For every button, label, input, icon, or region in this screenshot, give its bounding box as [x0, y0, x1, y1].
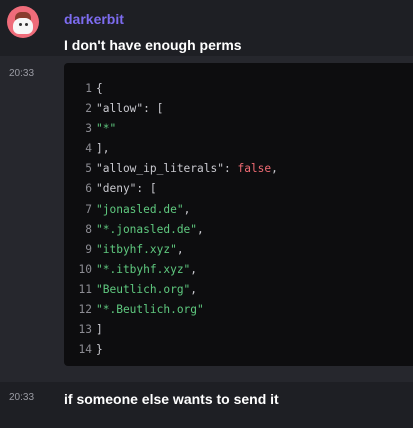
code-token: ]: [96, 323, 103, 337]
code-text: "deny": [: [96, 182, 157, 195]
line-number: 2: [85, 102, 92, 116]
code-line: 9 "itbyhf.xyz",: [64, 240, 278, 260]
code-line: 1{: [64, 79, 278, 99]
line-number: 13: [78, 323, 92, 337]
code-line: 5 "allow_ip_literals": false,: [64, 159, 278, 179]
line-number: 14: [78, 343, 92, 357]
code-text: "allow_ip_literals": false,: [96, 162, 278, 175]
code-text: ]: [96, 323, 103, 336]
code-token: ],: [96, 142, 110, 156]
code-token: ,: [183, 202, 191, 216]
code-token: ,: [190, 282, 198, 296]
message-text: if someone else wants to send it: [64, 391, 279, 407]
code-token: "allow": [: [96, 102, 164, 116]
code-token: "Beutlich.org": [96, 282, 191, 296]
message-darkerbit: darkerbit I don't have enough perms: [0, 0, 413, 56]
code-token: "*": [96, 122, 117, 136]
code-line: 13]: [64, 320, 278, 340]
line-number: 9: [85, 242, 92, 256]
code-line: 8 "*.jonasled.de",: [64, 220, 278, 240]
line-number: 7: [85, 202, 92, 216]
line-number: 10: [78, 262, 92, 276]
line-number: 3: [85, 122, 92, 136]
code-token: "itbyhf.xyz": [96, 242, 177, 256]
code-text: "allow": [: [96, 102, 163, 115]
code-token: ,: [197, 222, 204, 236]
code-line: 7 "jonasled.de",: [64, 200, 278, 220]
code-token: "allow_ip_literals":: [96, 162, 238, 176]
code-lines: 1{2 "allow": [3 "*" 4], 5 "allow_ip_literals"…: [64, 79, 278, 360]
code-line: 11 "Beutlich.org",: [64, 280, 278, 300]
message-timestamp: 20:33: [9, 392, 35, 403]
code-line: 3 "*": [64, 119, 278, 139]
line-number: 8: [85, 222, 92, 236]
code-token: ,: [176, 242, 184, 256]
message-text: I don't have enough perms: [64, 37, 242, 53]
code-token: "*.Beutlich.org": [96, 303, 204, 317]
code-token: false: [237, 162, 272, 176]
line-number: 1: [85, 82, 92, 95]
code-token: ,: [271, 162, 278, 176]
line-number: 6: [85, 182, 92, 196]
message-timestamp: 20:33: [9, 68, 35, 79]
code-token: }: [96, 343, 103, 357]
code-text: "*.itbyhf.xyz",: [96, 263, 197, 276]
code-line: 10 "*.itbyhf.xyz",: [64, 260, 278, 280]
code-line: 6 "deny": [: [64, 179, 278, 199]
code-token: "*.jonasled.de": [96, 222, 198, 236]
avatar[interactable]: [7, 6, 39, 38]
username[interactable]: darkerbit: [64, 11, 124, 27]
chat-view: darkerbit I don't have enough perms 20:3…: [0, 0, 413, 428]
code-text: "*": [96, 122, 116, 135]
code-text: "*.jonasled.de",: [96, 223, 204, 236]
code-text: "*.Beutlich.org": [96, 303, 204, 316]
code-line: 14}: [64, 340, 278, 360]
code-text: "itbyhf.xyz",: [96, 243, 184, 256]
code-token: "jonasled.de": [96, 202, 184, 216]
code-token: ,: [190, 262, 198, 276]
code-text: "Beutlich.org",: [96, 283, 197, 296]
code-line: 4],: [64, 139, 278, 159]
code-line: 2 "allow": [: [64, 99, 278, 119]
line-number: 11: [78, 282, 92, 296]
code-text: {: [96, 82, 103, 95]
code-token: "*.itbyhf.xyz": [96, 262, 191, 276]
avatar-face: [13, 18, 33, 34]
line-number: 4: [85, 142, 92, 156]
code-token: {: [96, 82, 103, 95]
line-number: 12: [78, 303, 92, 317]
code-text: ],: [96, 142, 109, 155]
code-line: 12 "*.Beutlich.org": [64, 300, 278, 320]
code-text: }: [96, 343, 103, 356]
avatar-eye: [25, 23, 28, 26]
code-token: "deny": [: [96, 182, 157, 196]
code-block: 1{2 "allow": [3 "*" 4], 5 "allow_ip_literals"…: [64, 63, 413, 366]
code-text: "jonasled.de",: [96, 203, 190, 216]
avatar-eye: [19, 23, 22, 26]
line-number: 5: [85, 162, 92, 176]
